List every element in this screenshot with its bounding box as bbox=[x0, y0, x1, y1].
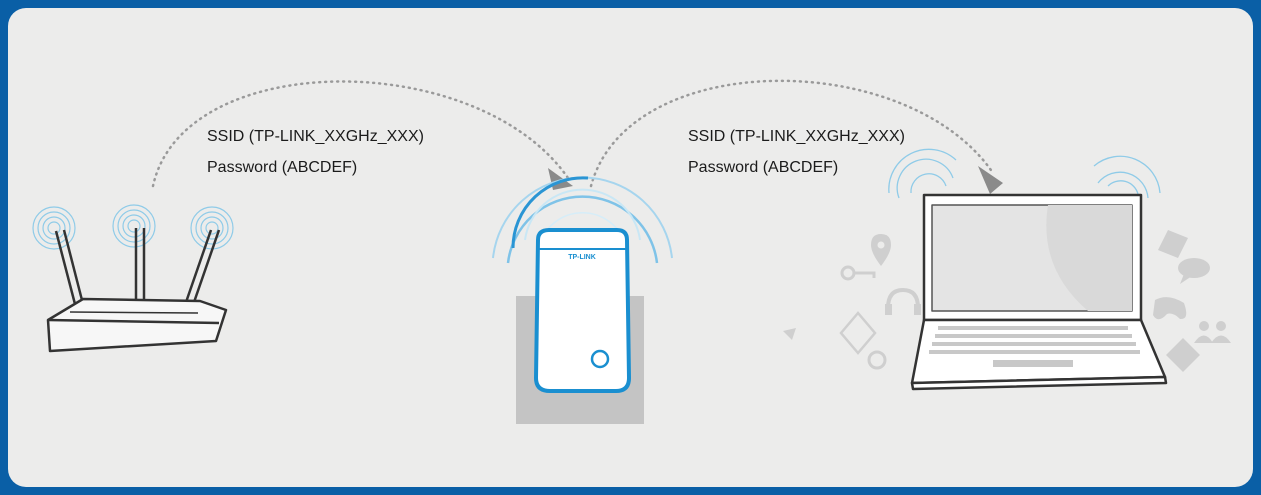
router-icon bbox=[46, 228, 228, 353]
headphones-icon bbox=[885, 287, 921, 315]
extender-brand-logo: TP-LINK bbox=[568, 254, 596, 261]
location-pin-icon bbox=[871, 234, 891, 266]
music-icon bbox=[783, 328, 796, 340]
wps-button-icon bbox=[590, 349, 610, 369]
chat-bubble-icon bbox=[1178, 258, 1210, 284]
hd-icon bbox=[1166, 338, 1200, 372]
browser-e-icon bbox=[867, 350, 887, 370]
right-ssid-label: SSID (TP-LINK_XXGHz_XXX) bbox=[688, 128, 905, 145]
router-wifi-waves bbox=[32, 204, 234, 250]
mail-icon bbox=[1158, 230, 1188, 258]
diagram-canvas: TP-LINK bbox=[32, 79, 1231, 424]
left-password-label: Password (ABCDEF) bbox=[207, 159, 358, 176]
laptop-wifi-waves bbox=[888, 148, 1161, 199]
right-password-label: Password (ABCDEF) bbox=[688, 159, 839, 176]
left-ssid-label: SSID (TP-LINK_XXGHz_XXX) bbox=[207, 128, 424, 145]
diagram-frame: TP-LINK SSID (TP-LINK_XXGHz_XXX) Passwor… bbox=[0, 0, 1261, 495]
laptop-icon bbox=[910, 193, 1168, 391]
key-icon bbox=[840, 265, 876, 281]
users-icon bbox=[1194, 321, 1231, 343]
tablet-icon bbox=[839, 311, 877, 355]
diagram-panel: TP-LINK SSID (TP-LINK_XXGHz_XXX) Passwor… bbox=[8, 8, 1253, 487]
gamepad-icon bbox=[1153, 297, 1187, 320]
